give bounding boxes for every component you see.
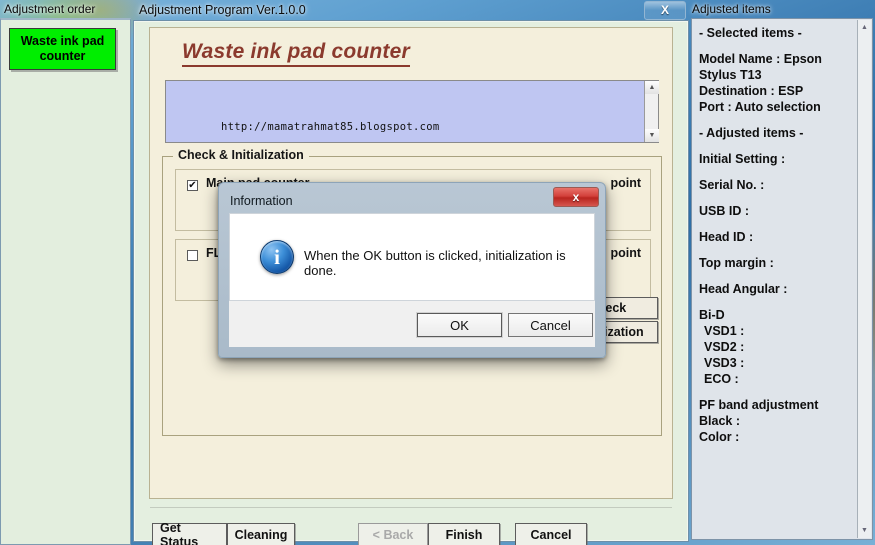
- scroll-up-icon[interactable]: ▲: [645, 81, 659, 94]
- waste-ink-pad-counter-order-button[interactable]: Waste ink pad counter: [9, 28, 116, 70]
- groupbox-legend: Check & Initialization: [173, 148, 309, 162]
- adjusted-items-body: - Selected items - Model Name : Epson St…: [691, 18, 873, 540]
- desktop-background: Adjustment order Waste ink pad counter A…: [0, 0, 875, 545]
- page-title: Waste ink pad counter: [182, 40, 410, 67]
- vsd1-line: VSD1 :: [704, 324, 745, 338]
- notes-scrollbar[interactable]: ▲ ▼: [644, 81, 659, 142]
- dialog-footer: OK Cancel: [229, 301, 595, 347]
- adjusted-items-header: - Adjusted items -: [699, 126, 804, 140]
- bid-line: Bi-D: [699, 308, 725, 322]
- main-pad-counter-point-label: point: [610, 176, 641, 190]
- dialog-title: Information: [230, 194, 293, 208]
- notes-textbox[interactable]: http://mamatrahmat85.blogspot.com ▲ ▼: [165, 80, 659, 143]
- adjusted-items-titlebar: Adjusted items: [692, 2, 771, 16]
- destination-line: Destination : ESP: [699, 84, 804, 98]
- port-line: Port : Auto selection: [699, 100, 821, 114]
- pf-band-adjustment-line: PF band adjustment: [699, 398, 819, 412]
- adjusted-items-list: - Selected items - Model Name : Epson St…: [694, 21, 856, 537]
- get-status-button[interactable]: Get Status: [152, 521, 227, 545]
- notes-url-text: http://mamatrahmat85.blogspot.com: [221, 121, 440, 133]
- pf-color-line: Color :: [699, 430, 740, 444]
- dialog-cancel-button[interactable]: Cancel: [508, 313, 593, 337]
- usb-id-line: USB ID :: [699, 204, 749, 218]
- dialog-message: When the OK button is clicked, initializ…: [304, 248, 566, 278]
- cleaning-button[interactable]: Cleaning: [227, 523, 295, 545]
- main-window-title: Adjustment Program Ver.1.0.0: [139, 3, 306, 17]
- pf-black-line: Black :: [699, 414, 740, 428]
- adjustment-order-panel: Adjustment order Waste ink pad counter: [0, 0, 131, 545]
- scroll-down-icon[interactable]: ▼: [858, 524, 871, 537]
- top-margin-line: Top margin :: [699, 256, 774, 270]
- adjusted-items-scrollbar[interactable]: ▲ ▼: [857, 20, 871, 538]
- vsd3-line: VSD3 :: [704, 356, 745, 370]
- scroll-up-icon[interactable]: ▲: [858, 21, 871, 34]
- finish-button[interactable]: Finish: [428, 523, 500, 545]
- information-dialog: Information x i When the OK button is cl…: [218, 182, 606, 358]
- vsd2-line: VSD2 :: [704, 340, 745, 354]
- fl-box-pad-counter-point-label: point: [610, 246, 641, 260]
- dialog-ok-button[interactable]: OK: [417, 313, 502, 337]
- bottom-divider: [150, 507, 672, 508]
- initial-setting-line: Initial Setting :: [699, 152, 786, 166]
- serial-no-line: Serial No. :: [699, 178, 765, 192]
- main-pad-counter-checkbox[interactable]: ✔: [187, 180, 198, 191]
- cancel-button[interactable]: Cancel: [515, 523, 587, 545]
- model-name-line2: Stylus T13: [699, 68, 762, 82]
- head-id-line: Head ID :: [699, 230, 754, 244]
- selected-items-header: - Selected items -: [699, 26, 802, 40]
- model-name-line1: Model Name : Epson: [699, 52, 822, 66]
- eco-line: ECO :: [704, 372, 739, 386]
- adjusted-items-panel: Adjusted items - Selected items - Model …: [689, 0, 875, 545]
- adjustment-order-titlebar: Adjustment order: [4, 2, 96, 16]
- dialog-content: i When the OK button is clicked, initial…: [229, 213, 595, 301]
- fl-box-pad-counter-checkbox[interactable]: [187, 250, 198, 261]
- close-icon[interactable]: X: [644, 1, 686, 20]
- head-angular-line: Head Angular :: [699, 282, 788, 296]
- back-button: < Back: [358, 523, 428, 545]
- info-icon: i: [260, 240, 294, 274]
- scroll-down-icon[interactable]: ▼: [645, 129, 659, 142]
- adjustment-order-body: Waste ink pad counter: [0, 18, 131, 545]
- dialog-close-icon[interactable]: x: [553, 187, 599, 207]
